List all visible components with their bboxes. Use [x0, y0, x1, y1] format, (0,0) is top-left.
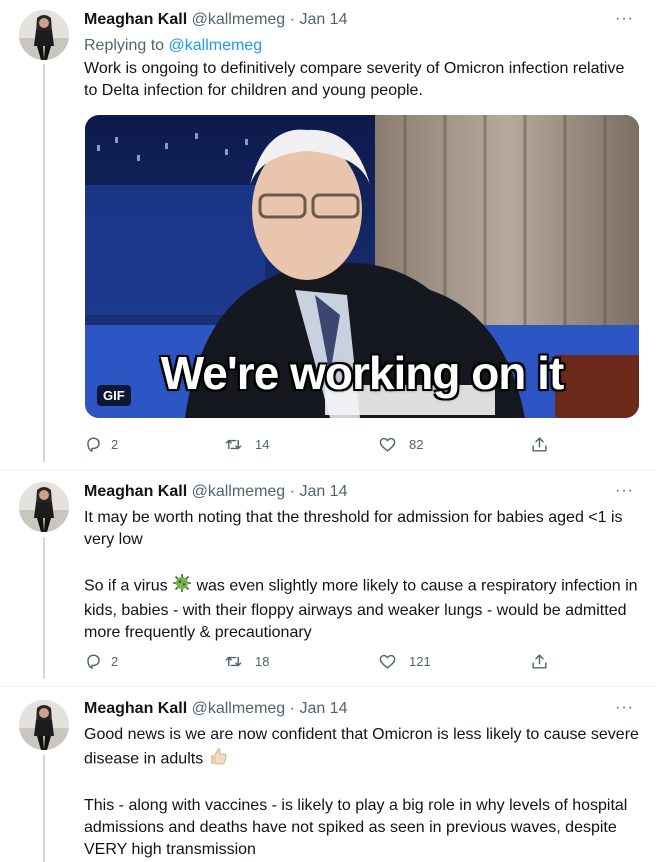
retweet-button[interactable]: 14 [224, 435, 269, 454]
retweet-count: 18 [255, 654, 270, 669]
tweet-text: It may be worth noting that the threshol… [84, 507, 640, 644]
tweet-paragraph: It may be worth noting that the threshol… [84, 509, 623, 548]
tweet-header: Meaghan Kall @kallmemeg · Jan 14 [84, 699, 347, 719]
reply-count: 2 [111, 654, 119, 669]
tweet-actions: 2 14 82 [84, 435, 554, 455]
like-icon [379, 437, 396, 452]
replying-to-handle[interactable]: @kallmemeg [169, 37, 263, 54]
like-button[interactable]: 82 [378, 435, 423, 454]
tweet-paragraph: Good news is we are now confident that O… [84, 724, 640, 773]
like-count: 82 [409, 437, 424, 452]
tweet[interactable]: Meaghan Kall @kallmemeg · Jan 14 ··· It … [0, 472, 656, 688]
share-icon [532, 654, 547, 669]
tweet-date[interactable]: Jan 14 [299, 700, 347, 717]
gif-caption: We're working on it [160, 347, 565, 399]
tweet-text: Work is ongoing to definitively compare … [84, 58, 640, 102]
retweet-count: 14 [255, 437, 270, 452]
replying-to: Replying to @kallmemeg [84, 35, 262, 56]
tweet-header: Meaghan Kall @kallmemeg · Jan 14 [84, 482, 347, 502]
author-handle[interactable]: @kallmemeg [192, 11, 286, 28]
more-icon[interactable]: ··· [615, 698, 634, 718]
author-handle[interactable]: @kallmemeg [192, 700, 286, 717]
separator: · [289, 483, 295, 500]
tweet-header: Meaghan Kall @kallmemeg · Jan 14 [84, 10, 347, 30]
author-handle[interactable]: @kallmemeg [192, 483, 286, 500]
like-button[interactable]: 121 [378, 652, 431, 671]
retweet-icon [225, 656, 242, 667]
more-icon[interactable]: ··· [615, 481, 634, 501]
virus-emoji [172, 573, 192, 600]
retweet-button[interactable]: 18 [224, 652, 269, 671]
retweet-icon [225, 439, 242, 450]
share-button[interactable] [530, 435, 549, 454]
reply-icon [87, 654, 100, 669]
more-icon[interactable]: ··· [615, 9, 634, 29]
like-icon [379, 654, 396, 669]
tweet-paragraph: This - along with vaccines - is likely t… [84, 797, 628, 858]
thumbs-up-emoji [208, 746, 228, 773]
divider [0, 469, 656, 470]
tweet-paragraph: So if a virus was even slightly more lik… [84, 573, 640, 644]
tweet[interactable]: Meaghan Kall @kallmemeg · Jan 14 ··· Goo… [0, 690, 656, 862]
avatar[interactable] [19, 10, 69, 60]
like-count: 121 [409, 654, 431, 669]
gif-badge: GIF [97, 385, 131, 406]
tweet-date[interactable]: Jan 14 [299, 483, 347, 500]
separator: · [289, 700, 295, 717]
reply-count: 2 [111, 437, 119, 452]
reply-button[interactable]: 2 [84, 435, 118, 454]
tweet-paragraph: Work is ongoing to definitively compare … [84, 60, 625, 99]
avatar[interactable] [19, 700, 69, 750]
tweet-text: Good news is we are now confident that O… [84, 724, 640, 861]
divider [0, 686, 656, 687]
author-name[interactable]: Meaghan Kall [84, 700, 187, 717]
separator: · [289, 11, 295, 28]
text-span: So if a virus [84, 577, 173, 595]
author-name[interactable]: Meaghan Kall [84, 483, 187, 500]
reply-icon [87, 437, 100, 452]
text-span: Good news is we are now confident that O… [84, 726, 639, 768]
author-name[interactable]: Meaghan Kall [84, 11, 187, 28]
tweet-date[interactable]: Jan 14 [299, 11, 347, 28]
reply-button[interactable]: 2 [84, 652, 118, 671]
tweet-media-gif[interactable]: We're working on it GIF [85, 115, 639, 418]
avatar[interactable] [19, 482, 69, 532]
replying-to-label: Replying to [84, 37, 169, 54]
tweet-actions: 2 18 121 [84, 652, 554, 672]
share-icon [532, 437, 547, 452]
tweet[interactable]: Meaghan Kall @kallmemeg · Jan 14 ··· Rep… [0, 0, 656, 470]
share-button[interactable] [530, 652, 549, 671]
